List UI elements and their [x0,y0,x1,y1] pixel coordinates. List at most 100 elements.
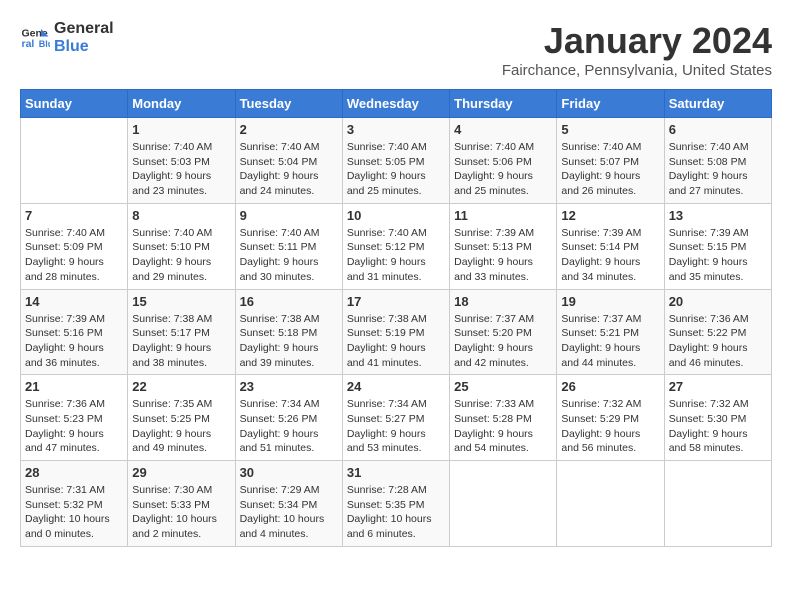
day-info: Sunrise: 7:40 AMSunset: 5:06 PMDaylight:… [454,140,552,199]
header-day-sunday: Sunday [21,90,128,118]
day-number: 22 [132,379,230,394]
calendar-cell: 27 Sunrise: 7:32 AMSunset: 5:30 PMDayligh… [664,375,771,461]
calendar-cell: 25Sunrise: 7:33 AMSunset: 5:28 PMDayligh… [450,375,557,461]
calendar-cell: 8 Sunrise: 7:40 AMSunset: 5:10 PMDaylight… [128,203,235,289]
day-info: Sunrise: 7:40 AMSunset: 5:07 PMDaylight:… [561,140,659,199]
calendar-cell: 30 Sunrise: 7:29 AMSunset: 5:34 PMDayligh… [235,461,342,547]
calendar-cell: 3Sunrise: 7:40 AMSunset: 5:05 PMDaylight… [342,118,449,204]
day-info: Sunrise: 7:34 AMSunset: 5:27 PMDaylight:… [347,397,445,456]
calendar-cell: 20 Sunrise: 7:36 AMSunset: 5:22 PMDayligh… [664,289,771,375]
day-info: Sunrise: 7:35 AMSunset: 5:25 PMDaylight:… [132,397,230,456]
day-info: Sunrise: 7:39 AMSunset: 5:13 PMDaylight:… [454,226,552,285]
day-number: 9 [240,208,338,223]
calendar-cell: 28Sunrise: 7:31 AMSunset: 5:32 PMDayligh… [21,461,128,547]
day-number: 17 [347,294,445,309]
header-row: SundayMondayTuesdayWednesdayThursdayFrid… [21,90,772,118]
day-info: Sunrise: 7:39 AMSunset: 5:16 PMDaylight:… [25,312,123,371]
day-number: 27 [669,379,767,394]
day-number: 4 [454,122,552,137]
day-number: 10 [347,208,445,223]
header-day-friday: Friday [557,90,664,118]
calendar-cell: 5 Sunrise: 7:40 AMSunset: 5:07 PMDaylight… [557,118,664,204]
calendar-cell: 31Sunrise: 7:28 AMSunset: 5:35 PMDayligh… [342,461,449,547]
day-info: Sunrise: 7:30 AMSunset: 5:33 PMDaylight:… [132,483,230,542]
day-info: Sunrise: 7:40 AMSunset: 5:10 PMDaylight:… [132,226,230,285]
day-info: Sunrise: 7:40 AMSunset: 5:05 PMDaylight:… [347,140,445,199]
day-number: 6 [669,122,767,137]
header-day-monday: Monday [128,90,235,118]
day-info: Sunrise: 7:36 AMSunset: 5:22 PMDaylight:… [669,312,767,371]
calendar-cell: 24 Sunrise: 7:34 AMSunset: 5:27 PMDayligh… [342,375,449,461]
page-header: Gene ral Blue General Blue January 2024 … [20,20,772,79]
day-number: 19 [561,294,659,309]
calendar-cell: 1Sunrise: 7:40 AMSunset: 5:03 PMDaylight… [128,118,235,204]
calendar-cell: 13 Sunrise: 7:39 AMSunset: 5:15 PMDayligh… [664,203,771,289]
day-number: 31 [347,465,445,480]
day-number: 2 [240,122,338,137]
header-day-wednesday: Wednesday [342,90,449,118]
day-number: 24 [347,379,445,394]
calendar-table: SundayMondayTuesdayWednesdayThursdayFrid… [20,89,772,547]
day-number: 8 [132,208,230,223]
day-info: Sunrise: 7:29 AMSunset: 5:34 PMDaylight:… [240,483,338,542]
day-number: 18 [454,294,552,309]
title-area: January 2024 Fairchance, Pennsylvania, U… [502,20,772,79]
day-number: 28 [25,465,123,480]
day-number: 12 [561,208,659,223]
day-number: 29 [132,465,230,480]
location-title: Fairchance, Pennsylvania, United States [502,62,772,79]
day-info: Sunrise: 7:37 AMSunset: 5:21 PMDaylight:… [561,312,659,371]
calendar-cell: 17Sunrise: 7:38 AMSunset: 5:19 PMDayligh… [342,289,449,375]
day-info: Sunrise: 7:40 AMSunset: 5:08 PMDaylight:… [669,140,767,199]
calendar-cell: 12 Sunrise: 7:39 AMSunset: 5:14 PMDayligh… [557,203,664,289]
day-info: Sunrise: 7:32 AMSunset: 5:30 PMDaylight:… [669,397,767,456]
calendar-cell: 29 Sunrise: 7:30 AMSunset: 5:33 PMDayligh… [128,461,235,547]
day-number: 11 [454,208,552,223]
calendar-cell [557,461,664,547]
calendar-cell: 22 Sunrise: 7:35 AMSunset: 5:25 PMDayligh… [128,375,235,461]
calendar-cell: 6 Sunrise: 7:40 AMSunset: 5:08 PMDaylight… [664,118,771,204]
calendar-cell: 9 Sunrise: 7:40 AMSunset: 5:11 PMDaylight… [235,203,342,289]
day-info: Sunrise: 7:36 AMSunset: 5:23 PMDaylight:… [25,397,123,456]
calendar-cell [450,461,557,547]
day-info: Sunrise: 7:39 AMSunset: 5:15 PMDaylight:… [669,226,767,285]
logo-line2: Blue [54,38,114,56]
day-info: Sunrise: 7:40 AMSunset: 5:12 PMDaylight:… [347,226,445,285]
day-info: Sunrise: 7:32 AMSunset: 5:29 PMDaylight:… [561,397,659,456]
logo-line1: General [54,20,114,38]
day-number: 15 [132,294,230,309]
day-info: Sunrise: 7:38 AMSunset: 5:17 PMDaylight:… [132,312,230,371]
day-number: 26 [561,379,659,394]
calendar-cell: 10 Sunrise: 7:40 AMSunset: 5:12 PMDayligh… [342,203,449,289]
day-number: 23 [240,379,338,394]
week-row-2: 14 Sunrise: 7:39 AMSunset: 5:16 PMDayligh… [21,289,772,375]
day-number: 14 [25,294,123,309]
day-info: Sunrise: 7:37 AMSunset: 5:20 PMDaylight:… [454,312,552,371]
month-title: January 2024 [502,20,772,62]
week-row-3: 21Sunrise: 7:36 AMSunset: 5:23 PMDayligh… [21,375,772,461]
header-day-tuesday: Tuesday [235,90,342,118]
day-info: Sunrise: 7:40 AMSunset: 5:03 PMDaylight:… [132,140,230,199]
calendar-cell: 16 Sunrise: 7:38 AMSunset: 5:18 PMDayligh… [235,289,342,375]
day-number: 30 [240,465,338,480]
calendar-cell: 23Sunrise: 7:34 AMSunset: 5:26 PMDayligh… [235,375,342,461]
day-info: Sunrise: 7:39 AMSunset: 5:14 PMDaylight:… [561,226,659,285]
day-number: 20 [669,294,767,309]
day-number: 16 [240,294,338,309]
header-day-thursday: Thursday [450,90,557,118]
day-info: Sunrise: 7:38 AMSunset: 5:18 PMDaylight:… [240,312,338,371]
day-number: 5 [561,122,659,137]
day-info: Sunrise: 7:40 AMSunset: 5:09 PMDaylight:… [25,226,123,285]
week-row-1: 7 Sunrise: 7:40 AMSunset: 5:09 PMDaylight… [21,203,772,289]
day-info: Sunrise: 7:40 AMSunset: 5:11 PMDaylight:… [240,226,338,285]
calendar-cell: 2Sunrise: 7:40 AMSunset: 5:04 PMDaylight… [235,118,342,204]
logo: Gene ral Blue General Blue [20,20,114,55]
calendar-cell: 26 Sunrise: 7:32 AMSunset: 5:29 PMDayligh… [557,375,664,461]
svg-text:ral: ral [22,38,35,50]
calendar-cell [21,118,128,204]
day-number: 7 [25,208,123,223]
week-row-4: 28Sunrise: 7:31 AMSunset: 5:32 PMDayligh… [21,461,772,547]
day-number: 13 [669,208,767,223]
calendar-cell: 18 Sunrise: 7:37 AMSunset: 5:20 PMDayligh… [450,289,557,375]
svg-text:Blue: Blue [39,39,50,49]
